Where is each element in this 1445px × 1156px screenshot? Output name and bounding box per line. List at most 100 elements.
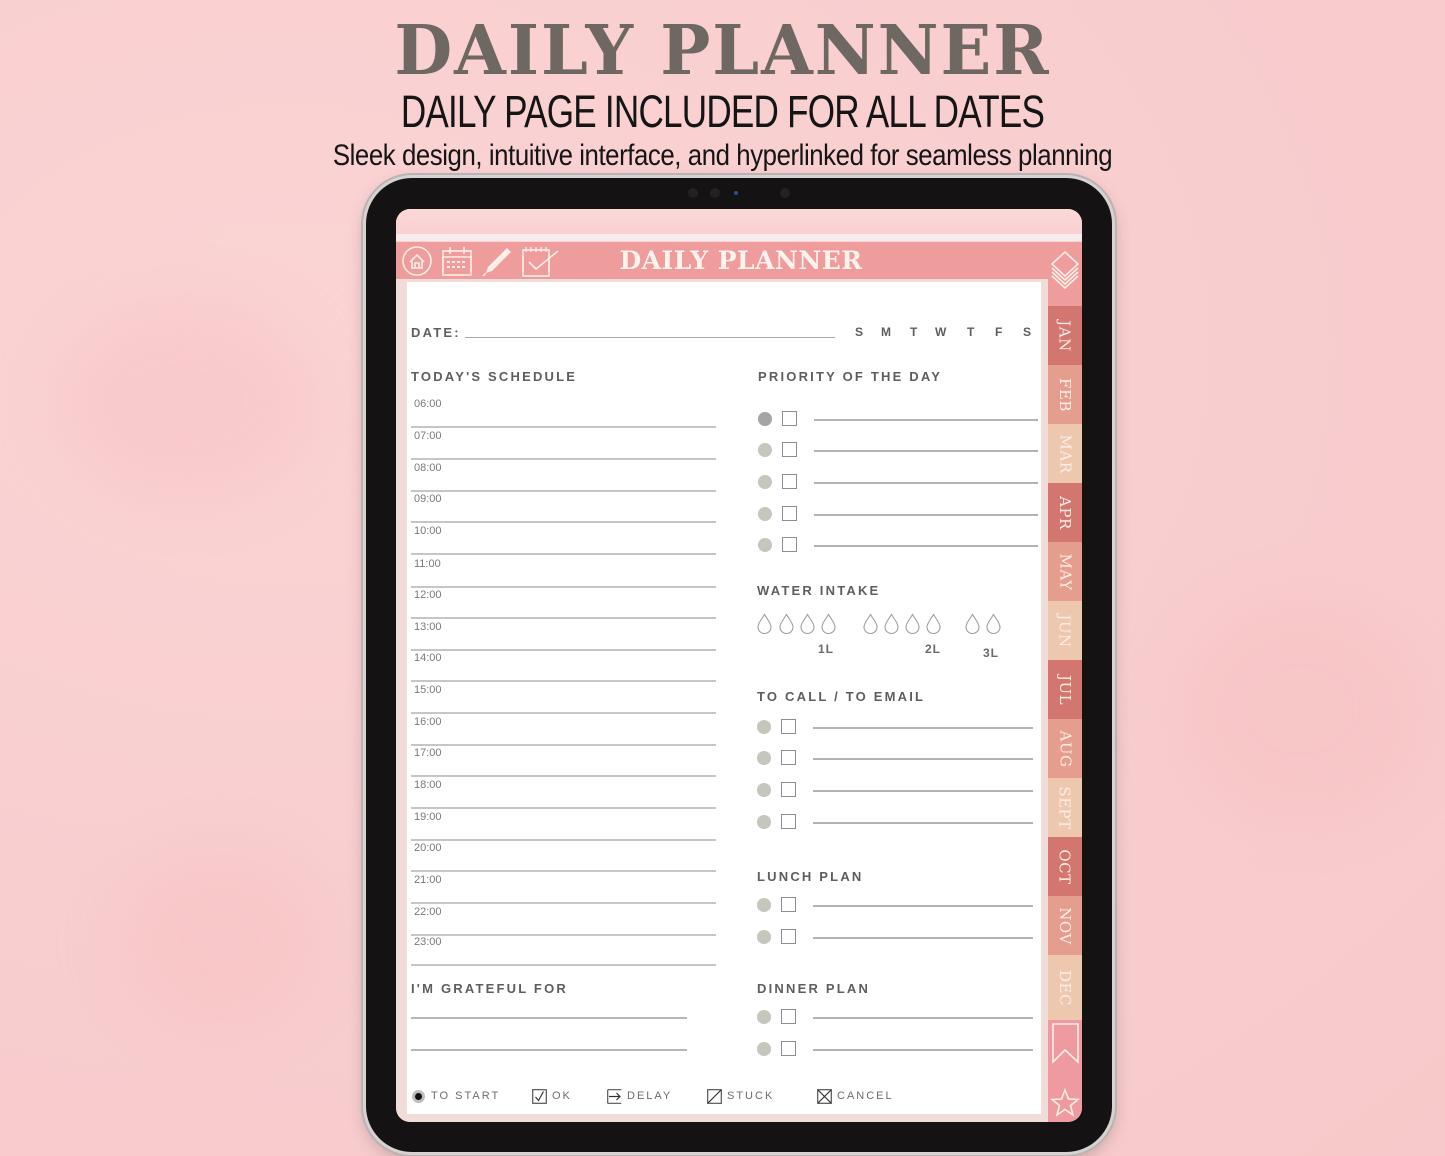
water-drop-icon[interactable]: [778, 613, 795, 635]
schedule-row[interactable]: 06:00: [411, 396, 716, 428]
month-tab-feb[interactable]: FEB: [1048, 365, 1082, 424]
calls-checkbox[interactable]: [781, 719, 796, 734]
month-tab-label: DEC: [1056, 969, 1075, 1006]
schedule-time: 18:00: [414, 779, 442, 791]
month-tabs: JAN FEB MAR APR MAY JUN JUL AUG SEPT OCT NOV DEC: [1048, 242, 1082, 1122]
month-tab-may[interactable]: MAY: [1048, 542, 1082, 601]
weekday-selector[interactable]: S: [855, 325, 863, 339]
schedule-row[interactable]: 13:00: [411, 619, 716, 651]
water-drop-icon[interactable]: [883, 613, 900, 635]
month-tab-nov[interactable]: NOV: [1048, 896, 1082, 955]
month-tab-label: JUL: [1056, 674, 1074, 705]
month-tab-jan[interactable]: JAN: [1048, 306, 1082, 365]
month-tab-mar[interactable]: MAR: [1048, 424, 1082, 483]
schedule-row[interactable]: 16:00: [411, 714, 716, 746]
camera-sensor: [780, 188, 790, 198]
water-drop-icon[interactable]: [964, 613, 981, 635]
month-tab-jun[interactable]: JUN: [1048, 601, 1082, 660]
weekday-selector[interactable]: W: [935, 325, 946, 339]
priority-checkbox[interactable]: [782, 411, 797, 426]
dinner-checkbox[interactable]: [781, 1009, 796, 1024]
priority-checkbox[interactable]: [782, 537, 797, 552]
calls-input-line[interactable]: [813, 758, 1033, 760]
schedule-time: 09:00: [414, 493, 442, 505]
layers-button[interactable]: [1048, 242, 1082, 306]
month-tab-oct[interactable]: OCT: [1048, 837, 1082, 896]
schedule-row[interactable]: 09:00: [411, 491, 716, 523]
weekday-selector[interactable]: T: [967, 325, 974, 339]
lunch-checkbox[interactable]: [781, 897, 796, 912]
month-tab-sept[interactable]: SEPT: [1048, 778, 1082, 837]
calls-input-line[interactable]: [813, 790, 1033, 792]
schedule-row[interactable]: 10:00: [411, 523, 716, 555]
schedule-time: 23:00: [414, 936, 442, 948]
priority-checkbox[interactable]: [782, 506, 797, 521]
dinner-item: [757, 1039, 1033, 1059]
schedule-row[interactable]: 21:00: [411, 872, 716, 904]
dinner-checkbox[interactable]: [781, 1041, 796, 1056]
water-drop-icon[interactable]: [925, 613, 942, 635]
dinner-input-line[interactable]: [813, 1049, 1033, 1051]
weekday-selector[interactable]: M: [881, 325, 891, 339]
month-tab-jul[interactable]: JUL: [1048, 660, 1082, 719]
divider: [396, 234, 1082, 241]
schedule-row[interactable]: 07:00: [411, 428, 716, 460]
schedule-row[interactable]: 23:00: [411, 934, 716, 966]
bullet-dot: [758, 507, 772, 521]
calls-checkbox[interactable]: [781, 750, 796, 765]
schedule-time: 12:00: [414, 589, 442, 601]
lunch-checkbox[interactable]: [781, 929, 796, 944]
priority-input-line[interactable]: [814, 514, 1038, 516]
home-icon[interactable]: [400, 245, 434, 277]
star-icon[interactable]: [1049, 1087, 1081, 1117]
pen-icon[interactable]: [480, 245, 514, 277]
lunch-input-line[interactable]: [813, 937, 1033, 939]
weekday-selector[interactable]: S: [1023, 325, 1031, 339]
dinner-input-line[interactable]: [813, 1017, 1033, 1019]
month-tab-aug[interactable]: AUG: [1048, 719, 1082, 778]
priority-checkbox[interactable]: [782, 442, 797, 457]
priority-input-line[interactable]: [814, 482, 1038, 484]
priority-input-line[interactable]: [814, 545, 1038, 547]
schedule-time: 07:00: [414, 430, 442, 442]
schedule-row[interactable]: 14:00: [411, 650, 716, 682]
priority-input-line[interactable]: [814, 450, 1038, 452]
schedule-row[interactable]: 20:00: [411, 840, 716, 872]
month-tab-apr[interactable]: APR: [1048, 483, 1082, 542]
calls-checkbox[interactable]: [781, 782, 796, 797]
weekday-selector[interactable]: T: [910, 325, 917, 339]
water-drop-icon[interactable]: [799, 613, 816, 635]
checklist-icon[interactable]: [520, 245, 560, 277]
schedule-row[interactable]: 17:00: [411, 745, 716, 777]
calls-checkbox[interactable]: [781, 814, 796, 829]
month-tab-dec[interactable]: DEC: [1048, 955, 1082, 1020]
schedule-row[interactable]: 08:00: [411, 460, 716, 492]
calendar-icon[interactable]: [440, 245, 474, 277]
month-tab-label: MAY: [1056, 553, 1074, 590]
bullet-dot: [757, 783, 771, 797]
calls-input-line[interactable]: [813, 822, 1033, 824]
background-texture: [1180, 600, 1420, 820]
water-drop-icon[interactable]: [904, 613, 921, 635]
bullet-dot: [757, 720, 771, 734]
priority-input-line[interactable]: [814, 419, 1038, 421]
calls-item: [757, 812, 1033, 832]
lunch-input-line[interactable]: [813, 905, 1033, 907]
schedule-row[interactable]: 12:00: [411, 587, 716, 619]
water-drop-icon[interactable]: [862, 613, 879, 635]
schedule-row[interactable]: 22:00: [411, 904, 716, 936]
schedule-row[interactable]: 15:00: [411, 682, 716, 714]
calls-input-line[interactable]: [813, 727, 1033, 729]
calls-item: [757, 717, 1033, 737]
priority-checkbox[interactable]: [782, 474, 797, 489]
schedule-row[interactable]: 18:00: [411, 777, 716, 809]
schedule-row[interactable]: 11:00: [411, 556, 716, 588]
bookmark-icon[interactable]: [1052, 1023, 1079, 1064]
weekday-selector[interactable]: F: [995, 325, 1002, 339]
bullet-dot: [758, 475, 772, 489]
schedule-row[interactable]: 19:00: [411, 809, 716, 841]
water-drop-icon[interactable]: [820, 613, 837, 635]
water-drop-icon[interactable]: [985, 613, 1002, 635]
water-drop-icon[interactable]: [756, 613, 773, 635]
bullet-dot: [757, 751, 771, 765]
